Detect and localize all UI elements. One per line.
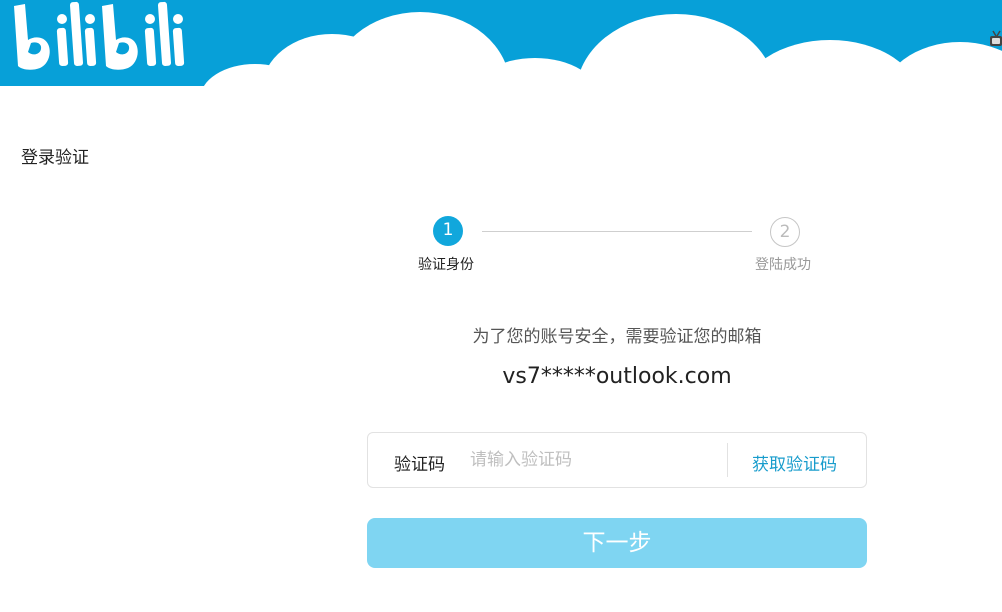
security-message: 为了您的账号安全，需要验证您的邮箱 xyxy=(472,327,762,347)
verification-code-input[interactable] xyxy=(470,445,720,475)
masked-email: vs7*****outlook.com xyxy=(502,364,732,389)
next-step-button[interactable]: 下一步 xyxy=(367,518,867,568)
step-1-label: 验证身份 xyxy=(418,257,474,273)
get-code-button[interactable]: 获取验证码 xyxy=(752,450,837,475)
step-2-label: 登陆成功 xyxy=(755,257,811,273)
step-1-indicator: 1 xyxy=(433,216,463,246)
verification-code-field: 验证码 获取验证码 xyxy=(367,432,867,488)
code-label: 验证码 xyxy=(394,455,445,475)
step-progress: 1 2 验证身份 登陆成功 xyxy=(0,0,1002,300)
field-divider xyxy=(727,443,728,477)
step-connector xyxy=(482,231,752,232)
step-2-indicator: 2 xyxy=(770,217,800,247)
